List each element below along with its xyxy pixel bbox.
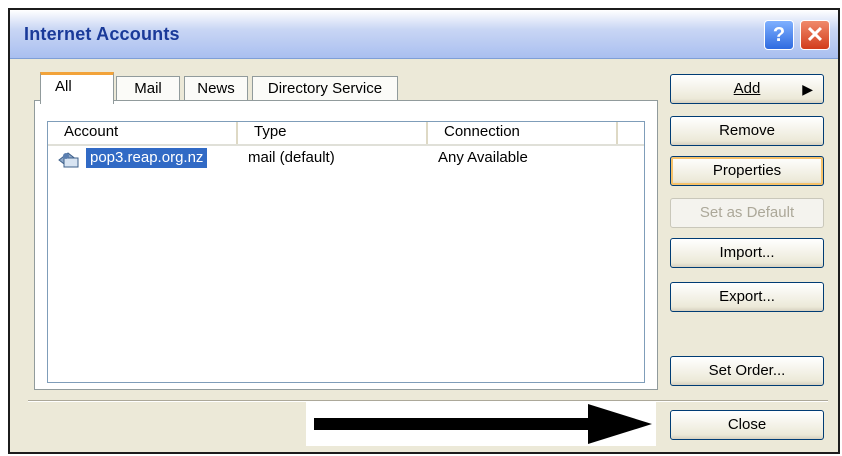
column-type[interactable]: Type [238,122,428,144]
properties-button[interactable]: Properties [670,156,824,186]
account-connection: Any Available [438,149,528,166]
title-bar[interactable]: Internet Accounts ? ✕ [10,10,838,59]
add-label: Add [733,80,761,97]
title-close-button[interactable]: ✕ [800,20,830,50]
account-type: mail (default) [248,149,335,166]
submenu-arrow-icon: ▶ [802,81,813,97]
import-button[interactable]: Import... [670,238,824,268]
annotation-arrow [306,402,656,446]
close-icon: ✕ [805,22,825,47]
remove-button[interactable]: Remove [670,116,824,146]
add-button[interactable]: Add ▶ [670,74,824,104]
accounts-list[interactable]: Account Type Connection pop3.reap.org.nz… [47,121,645,383]
window-title: Internet Accounts [24,24,180,44]
tab-panel-all: Account Type Connection pop3.reap.org.nz… [34,100,658,390]
internet-accounts-dialog: Internet Accounts ? ✕ All Mail News Dire… [8,8,840,454]
tab-mail[interactable]: Mail [116,76,180,102]
help-button[interactable]: ? [764,20,794,50]
close-button[interactable]: Close [670,410,824,440]
set-order-button[interactable]: Set Order... [670,356,824,386]
list-header: Account Type Connection [48,122,644,146]
tab-directory-service[interactable]: Directory Service [252,76,398,102]
export-button[interactable]: Export... [670,282,824,312]
arrow-right-icon [314,404,652,444]
account-name: pop3.reap.org.nz [86,148,208,168]
tab-all[interactable]: All [40,72,114,104]
account-row[interactable]: pop3.reap.org.nz mail (default) Any Avai… [48,148,644,170]
mail-account-icon [58,152,79,168]
column-account[interactable]: Account [48,122,238,144]
tab-news[interactable]: News [184,76,248,102]
help-icon: ? [772,24,786,46]
set-as-default-button[interactable]: Set as Default [670,198,824,228]
column-connection[interactable]: Connection [428,122,618,144]
